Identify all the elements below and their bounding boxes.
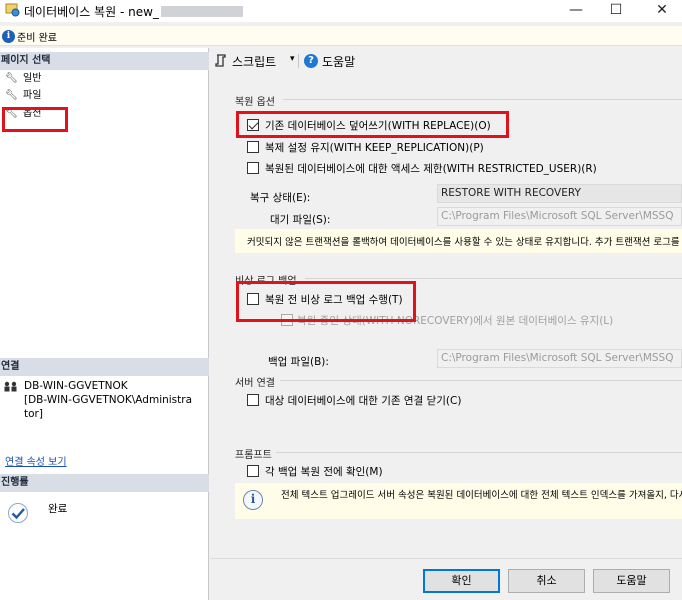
restricted-user-label: 복원된 데이터베이스에 대한 액세스 제한(WITH RESTRICTED_US… [265,163,597,175]
info-icon: i [243,490,263,510]
recovery-state-select[interactable]: RESTORE WITH RECOVERY [437,184,682,203]
minimize-button[interactable]: — [556,0,596,22]
group-divider [276,452,682,453]
toolbar-divider [298,54,299,68]
confirm-each-checkbox[interactable] [247,465,259,477]
group-divider [305,278,682,279]
toolbar: 스크립트 ▾ ? 도움말 [210,48,682,76]
backup-file-label: 백업 파일(B): [268,356,329,368]
backup-file-input[interactable]: C:\Program Files\Microsoft SQL Server\MS… [437,349,682,368]
prompt-note-area: i 전체 텍스트 업그레이드 서버 속성은 복원된 데이터베이스에 대한 전체 … [235,483,682,519]
group-divider [280,380,682,381]
page-select-header: 페이지 선택 [0,52,209,70]
title-bar: 데이터베이스 복원 - new_ — ☐ ✕ [0,0,682,22]
progress-header: 진행률 [0,474,209,492]
server-name: DB-WIN-GGVETNOK [24,380,128,392]
script-label: 스크립트 [232,55,277,69]
chevron-down-icon[interactable]: ▾ [290,54,295,64]
script-button[interactable]: 스크립트 ▾ [214,53,301,70]
wrench-icon: 🔧︎ [5,90,18,101]
help-label: 도움말 [322,55,356,69]
recovery-state-label: 복구 상태(E): [250,192,311,204]
prompt-header: 프롬프트 [235,450,272,461]
view-connection-properties-link[interactable]: 연결 속성 보기 [5,453,67,468]
highlight-options-box [2,107,68,132]
standby-file-input[interactable]: C:\Program Files\Microsoft SQL Server\MS… [437,207,682,226]
help-icon: ? [304,54,318,68]
redacted-name [160,6,243,17]
page-item-general[interactable]: 🔧︎ 일반 [5,71,41,87]
server-connections-header: 서버 연결 [235,378,275,389]
help-button[interactable]: ? 도움말 [304,53,364,70]
progress-status: 완료 [48,503,68,515]
close-button[interactable]: ✕ [642,0,682,22]
keep-replication-checkbox[interactable] [247,141,259,153]
close-connections-label: 대상 데이터베이스에 대한 기존 연결 닫기(C) [265,395,462,407]
connection-icon [4,381,17,392]
cancel-button[interactable]: 취소 [508,569,585,593]
status-text: 준비 완료 [17,33,57,44]
group-divider [283,99,682,100]
restricted-user-checkbox[interactable] [247,162,259,174]
page-item-files[interactable]: 🔧︎ 파일 [5,88,41,104]
script-icon [215,54,226,67]
window-title: 데이터베이스 복원 - new_ [24,3,243,20]
prompt-note: 전체 텍스트 업그레이드 서버 속성은 복원된 데이터베이스에 대한 전체 텍스… [281,490,682,501]
recovery-note: 커밋되지 않은 트랜잭션을 롤백하여 데이터베이스를 사용할 수 있는 상태로 … [247,237,682,248]
close-connections-checkbox[interactable] [247,394,259,406]
ok-button[interactable]: 확인 [423,569,500,593]
connection-header: 연결 [0,358,209,376]
highlight-replace-box [236,111,509,138]
check-circle-icon [8,503,28,523]
status-bar: i 준비 완료 [0,26,682,46]
wrench-icon: 🔧︎ [5,73,18,84]
restore-options-header: 복원 옵션 [235,97,275,108]
maximize-button[interactable]: ☐ [596,0,636,22]
user-name-line2: tor] [24,408,43,420]
user-name-line1: [DB-WIN-GGVETNOK\Administra [24,394,193,406]
help-dialog-button[interactable]: 도움말 [593,569,670,593]
standby-file-label: 대기 파일(S): [270,214,331,226]
keep-replication-label: 복제 설정 유지(WITH KEEP_REPLICATION)(P) [265,142,484,154]
database-restore-icon [5,3,20,17]
confirm-each-label: 각 백업 복원 전에 확인(M) [265,466,383,478]
highlight-tail-log-box [236,281,416,322]
info-icon: i [2,30,15,43]
